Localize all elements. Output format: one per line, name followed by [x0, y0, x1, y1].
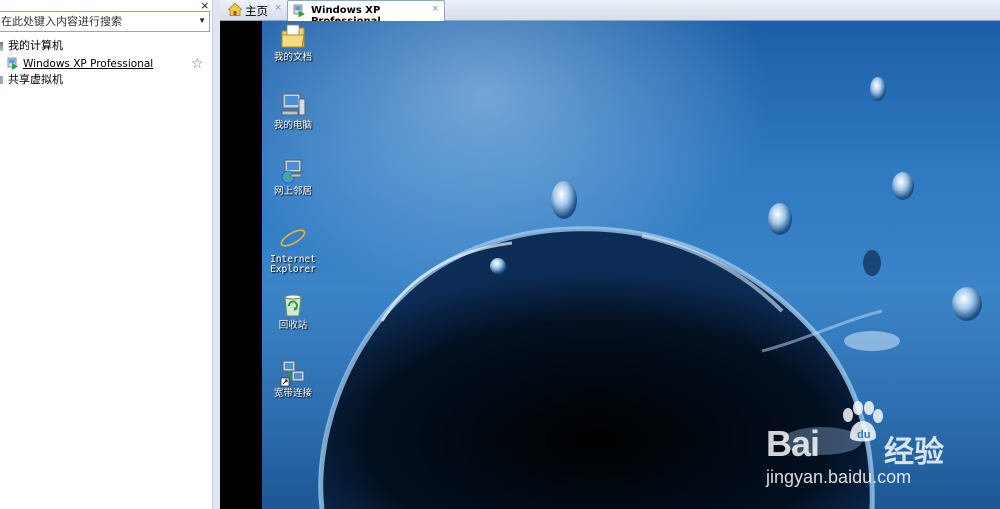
- vm-console[interactable]: 我的文档 我的电脑 网上邻居 Internet Explorer 回收站 宽带连…: [220, 21, 1000, 509]
- library-search-input[interactable]: [0, 12, 189, 31]
- panel-splitter[interactable]: [212, 0, 220, 509]
- desktop-icon-network-places[interactable]: 网上邻居: [262, 157, 325, 197]
- vm-icon: [293, 4, 305, 18]
- internet-explorer-icon: [280, 229, 306, 251]
- tab-bar: 主页 × Windows XP Professional ×: [220, 0, 1000, 27]
- tree-item-my-computer[interactable]: 我的计算机: [0, 38, 212, 54]
- home-icon: [228, 3, 242, 16]
- watermark-url: jingyan.baidu.com: [766, 467, 912, 487]
- desktop-icon-broadband[interactable]: 宽带连接: [262, 359, 325, 399]
- desktop-icon-internet-explorer[interactable]: Internet Explorer: [262, 225, 325, 275]
- computer-group-icon: [0, 42, 3, 51]
- my-documents-icon: [281, 24, 305, 48]
- tab-home[interactable]: 主页 ×: [224, 0, 285, 21]
- tab-windows-xp[interactable]: Windows XP Professional ×: [287, 0, 445, 27]
- tab-close-icon[interactable]: ×: [275, 2, 281, 14]
- tab-close-icon[interactable]: ×: [432, 3, 438, 15]
- desktop-icon-my-documents[interactable]: 我的文档: [262, 23, 325, 63]
- baidu-paw-icon: du: [843, 401, 883, 442]
- tree-item-shared-vms[interactable]: 共享虚拟机: [0, 72, 212, 88]
- library-tree: 我的计算机 Windows XP Professional ☆ 共享虚拟机: [0, 38, 212, 88]
- desktop-icon-label: 回收站: [278, 320, 308, 331]
- svg-text:du: du: [857, 429, 870, 441]
- desktop-icon-recycle-bin[interactable]: 回收站: [262, 291, 325, 331]
- shared-vms-icon: [0, 76, 3, 84]
- search-dropdown-icon[interactable]: ▼: [198, 16, 206, 25]
- desktop-icon-label: Explorer: [270, 264, 316, 275]
- tree-item-label: Windows XP Professional: [23, 58, 154, 70]
- vm-powered-on-icon: [7, 57, 18, 70]
- broadband-connection-icon: [280, 360, 305, 387]
- library-search-box[interactable]: ▼: [0, 11, 210, 32]
- desktop-icon-label: 网上邻居: [273, 186, 312, 197]
- network-places-icon: [281, 159, 302, 184]
- baidu-jingyan-watermark: du Bai 经验 jingyan.baidu.com: [766, 401, 996, 491]
- tree-item-windows-xp[interactable]: Windows XP Professional ☆: [0, 55, 212, 72]
- desktop-icon-label: 宽带连接: [273, 388, 312, 399]
- desktop-icon-label: 我的文档: [273, 52, 312, 63]
- recycle-bin-icon: [284, 294, 302, 317]
- tab-label: 主页: [245, 6, 268, 18]
- watermark-brand-cn: 经验: [884, 436, 944, 469]
- favorite-star-icon[interactable]: ☆: [191, 55, 204, 71]
- watermark-brand: Bai: [766, 423, 820, 464]
- tree-item-label: 共享虚拟机: [8, 74, 63, 86]
- tree-item-label: 我的计算机: [8, 40, 63, 52]
- my-computer-icon: [281, 93, 306, 116]
- guest-desktop[interactable]: 我的文档 我的电脑 网上邻居 Internet Explorer 回收站 宽带连…: [262, 21, 1000, 509]
- library-panel: × ▼ 我的计算机 Windows XP Professional ☆ 共享虚拟…: [0, 0, 212, 509]
- desktop-icon-my-computer[interactable]: 我的电脑: [262, 91, 325, 131]
- desktop-icon-label: 我的电脑: [273, 120, 312, 131]
